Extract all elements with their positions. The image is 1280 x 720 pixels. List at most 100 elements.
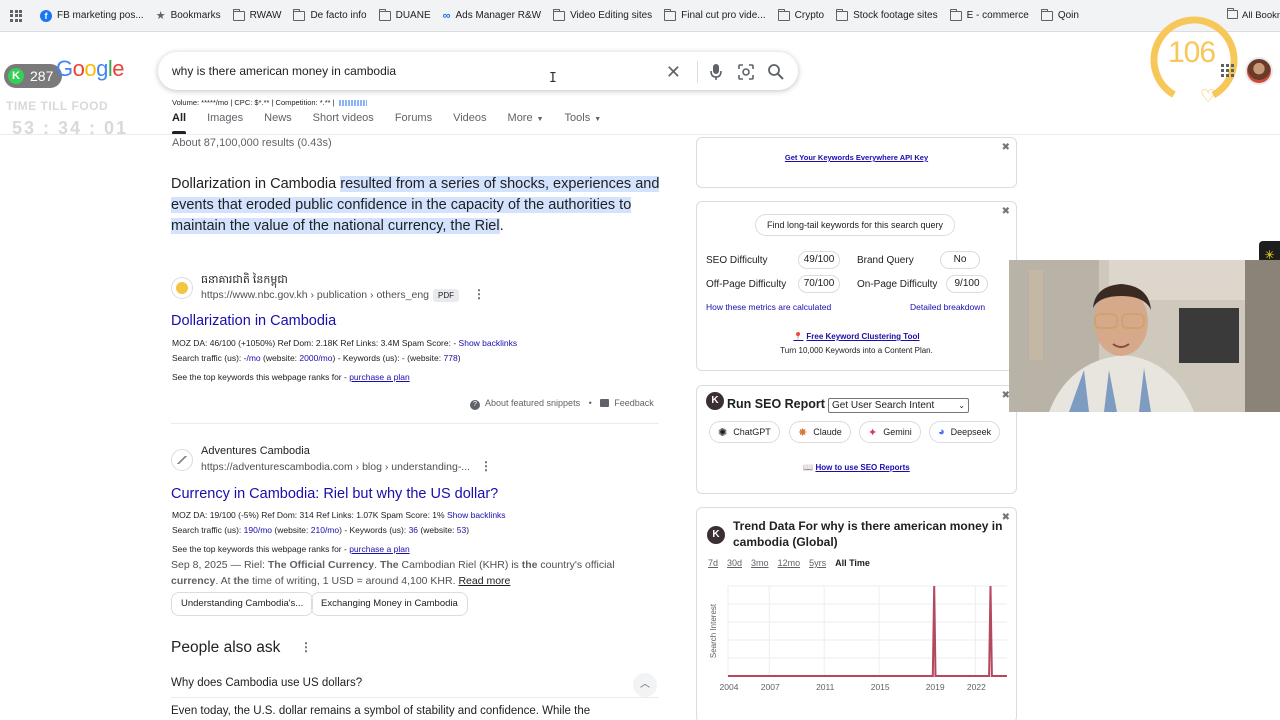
range-3mo[interactable]: 3mo bbox=[751, 558, 769, 568]
site-url[interactable]: https://www.nbc.gov.kh › publication › o… bbox=[201, 289, 429, 301]
voice-search-icon[interactable] bbox=[706, 62, 726, 82]
bookmark-item[interactable]: DUANE bbox=[378, 8, 431, 21]
facebook-icon: f bbox=[40, 9, 52, 22]
tab-more[interactable]: More ▼ bbox=[508, 112, 544, 134]
api-key-link[interactable]: Get Your Keywords Everywhere API Key bbox=[697, 153, 1016, 162]
range-7d[interactable]: 7d bbox=[708, 558, 718, 568]
k-counter-badge[interactable]: K 287 bbox=[4, 64, 62, 88]
show-backlinks-link[interactable]: Show backlinks bbox=[459, 338, 518, 348]
sitelink-chip[interactable]: Exchanging Money in Cambodia bbox=[311, 592, 468, 616]
series-line bbox=[728, 585, 1007, 677]
site-url[interactable]: https://adventurescambodia.com › blog › … bbox=[201, 461, 470, 473]
feedback-link[interactable]: Feedback bbox=[614, 398, 654, 408]
about-snippets-link[interactable]: About featured snippets bbox=[485, 398, 580, 408]
search-input[interactable]: why is there american money in cambodia bbox=[172, 64, 396, 78]
more-options-icon[interactable]: ⋮ bbox=[473, 287, 485, 301]
bookmark-item[interactable]: Crypto bbox=[777, 8, 824, 21]
tab-images[interactable]: Images bbox=[207, 112, 243, 134]
tab-short-videos[interactable]: Short videos bbox=[313, 112, 374, 134]
bookmark-item[interactable]: Stock footage sites bbox=[836, 8, 938, 21]
apps-grid-icon[interactable] bbox=[10, 9, 22, 22]
bookmark-item[interactable]: f FB marketing pos... bbox=[40, 9, 144, 22]
folder-icon bbox=[232, 8, 245, 21]
range-5yrs[interactable]: 5yrs bbox=[809, 558, 826, 568]
bookmark-item[interactable]: ∞ Ads Manager R&W bbox=[443, 10, 541, 22]
tab-tools-label: Tools bbox=[564, 112, 591, 124]
traffic-mo-link[interactable]: -/mo bbox=[244, 353, 261, 363]
search-icon[interactable] bbox=[766, 62, 786, 82]
sitelink-chip[interactable]: Understanding Cambodia's... bbox=[171, 592, 314, 616]
more-options-icon[interactable]: ⋮ bbox=[480, 459, 492, 473]
close-icon[interactable]: ✖ bbox=[1002, 206, 1010, 217]
long-tail-button[interactable]: Find long-tail keywords for this search … bbox=[755, 214, 955, 236]
purchase-plan-link[interactable]: purchase a plan bbox=[349, 372, 410, 382]
bookmark-item[interactable]: Final cut pro vide... bbox=[664, 8, 766, 21]
trend-data-panel: ✖ K Trend Data For why is there american… bbox=[696, 507, 1017, 720]
range-selector: 7d 30d 3mo 12mo 5yrs All Time bbox=[708, 558, 879, 568]
adventures-favicon[interactable] bbox=[171, 449, 193, 471]
deepseek-button[interactable]: ◕ Deepseek bbox=[929, 421, 1001, 443]
avatar[interactable] bbox=[1245, 57, 1273, 85]
volume-text: Volume: *****/mo | CPC: $*.** | Competit… bbox=[172, 98, 335, 107]
nbc-favicon[interactable] bbox=[171, 277, 193, 299]
result-title-link[interactable]: Currency in Cambodia: Riel but why the U… bbox=[171, 486, 498, 502]
tab-tools[interactable]: Tools ▼ bbox=[565, 112, 602, 134]
site-name[interactable]: Adventures Cambodia bbox=[201, 445, 310, 457]
lens-icon[interactable] bbox=[736, 62, 756, 82]
claude-button[interactable]: ✸ Claude bbox=[789, 421, 851, 443]
seo-score: 106 bbox=[1168, 36, 1216, 69]
google-logo[interactable]: Google bbox=[56, 56, 125, 82]
feedback-icon[interactable] bbox=[600, 399, 610, 407]
site-name[interactable]: ធនាគារជាតិ នៃកម្ពុជា bbox=[201, 273, 288, 289]
bookmark-item[interactable]: ★ Bookmarks bbox=[156, 9, 221, 22]
clear-icon[interactable]: ✕ bbox=[666, 63, 681, 81]
traffic-site-link[interactable]: 2000/mo bbox=[299, 353, 332, 363]
traffic-site-link[interactable]: 210/mo bbox=[311, 525, 339, 535]
traffic-kw: ) - Keywords (us): bbox=[339, 525, 409, 535]
range-12mo[interactable]: 12mo bbox=[778, 558, 801, 568]
range-30d[interactable]: 30d bbox=[727, 558, 742, 568]
heart-icon[interactable]: ♡ bbox=[1200, 86, 1216, 107]
intent-select[interactable]: Get User Search Intent ⌄ bbox=[828, 398, 969, 413]
result-stats: About 87,100,000 results (0.43s) bbox=[172, 137, 332, 149]
read-more-link[interactable]: Read more bbox=[458, 575, 510, 587]
purchase-plan-link[interactable]: purchase a plan bbox=[349, 544, 410, 554]
x-tick-label: 2022 bbox=[967, 682, 986, 692]
tab-forums[interactable]: Forums bbox=[395, 112, 432, 134]
search-box[interactable]: why is there american money in cambodia … bbox=[158, 52, 798, 90]
more-options-icon[interactable]: ⋮ bbox=[300, 640, 312, 654]
volume-trend-icon bbox=[338, 100, 367, 107]
chevron-up-icon[interactable]: ︿ bbox=[633, 673, 657, 697]
traffic-prefix: Search traffic (us): bbox=[172, 525, 244, 535]
bookmark-item[interactable]: De facto info bbox=[293, 8, 367, 21]
bookmark-item[interactable]: Video Editing sites bbox=[553, 8, 652, 21]
howto-link[interactable]: How to use SEO Reports bbox=[815, 463, 909, 472]
paa-question[interactable]: Why does Cambodia use US dollars? bbox=[171, 677, 362, 689]
clustering-tool-link[interactable]: Free Keyword Clustering Tool bbox=[806, 332, 919, 341]
gemini-button[interactable]: ✦ Gemini bbox=[859, 421, 921, 443]
how-metrics-link[interactable]: How these metrics are calculated bbox=[706, 302, 831, 312]
tab-all[interactable]: All bbox=[172, 112, 187, 134]
bookmark-item[interactable]: RWAW bbox=[232, 8, 281, 21]
bookmark-label: DUANE bbox=[395, 10, 431, 21]
traffic-kw-site-link[interactable]: 778 bbox=[444, 353, 458, 363]
bookmarks-bar: f FB marketing pos... ★ Bookmarks RWAW De fac… bbox=[0, 0, 1280, 32]
traffic-mo-link[interactable]: 190/mo bbox=[244, 525, 272, 535]
tab-news[interactable]: News bbox=[264, 112, 292, 134]
bookmark-label: FB marketing pos... bbox=[57, 10, 144, 21]
result-title-link[interactable]: Dollarization in Cambodia bbox=[171, 313, 336, 329]
detailed-breakdown-link[interactable]: Detailed breakdown bbox=[910, 302, 985, 312]
traffic-kw-link[interactable]: 36 bbox=[409, 525, 418, 535]
bookmark-item[interactable]: E - commerce bbox=[949, 8, 1029, 21]
chatgpt-button[interactable]: ✺ ChatGPT bbox=[709, 421, 780, 443]
clustering-subtitle: Turn 10,000 Keywords into a Content Plan… bbox=[780, 346, 933, 355]
show-backlinks-link[interactable]: Show backlinks bbox=[447, 510, 506, 520]
help-icon[interactable]: ? bbox=[470, 400, 480, 410]
apps-grid-icon[interactable] bbox=[1221, 64, 1234, 77]
bookmark-item[interactable]: Qoin bbox=[1040, 8, 1079, 21]
close-icon[interactable]: ✖ bbox=[1002, 142, 1010, 153]
range-all-time[interactable]: All Time bbox=[835, 558, 870, 568]
tab-videos[interactable]: Videos bbox=[453, 112, 486, 134]
result-snippet: Sep 8, 2025 — Riel: The Official Currenc… bbox=[171, 557, 661, 589]
traffic-kw-site-link[interactable]: 53 bbox=[457, 525, 466, 535]
